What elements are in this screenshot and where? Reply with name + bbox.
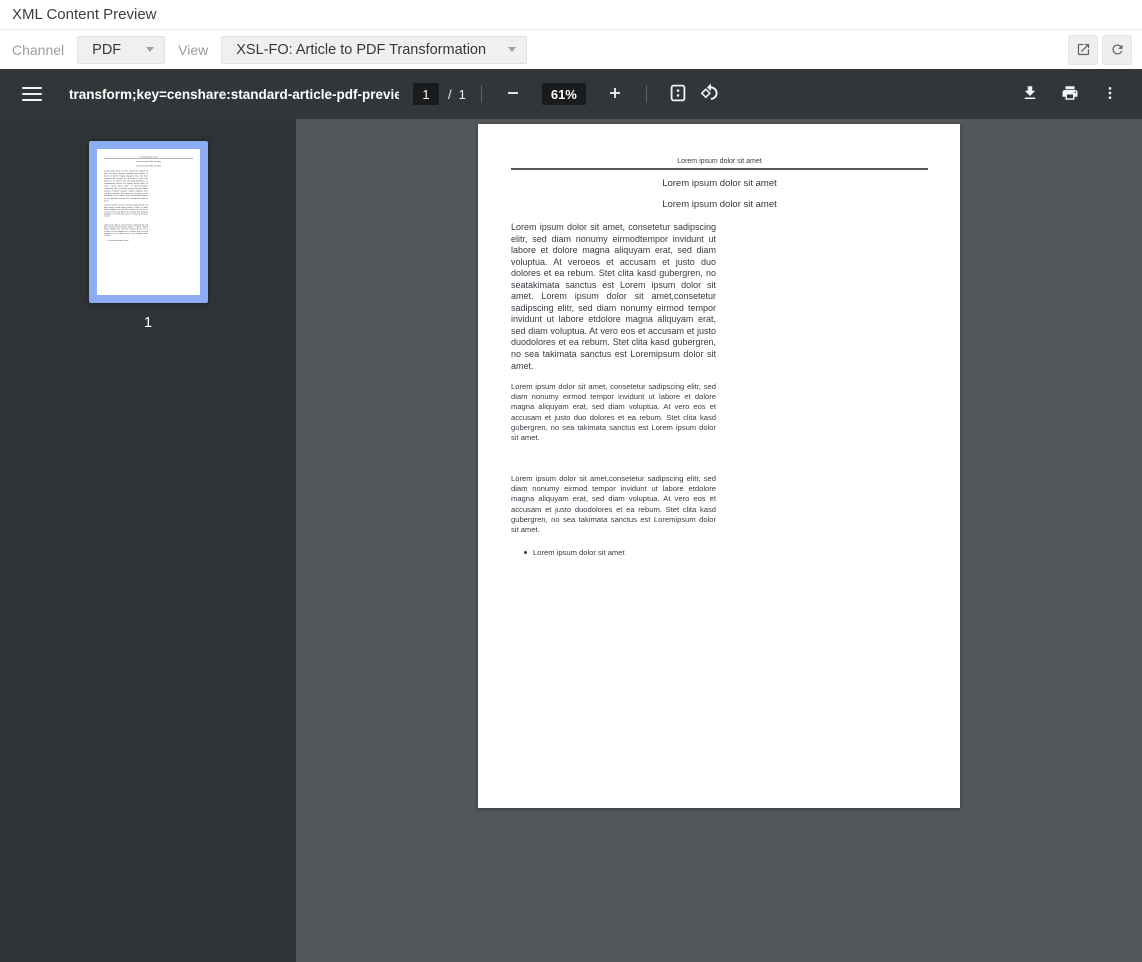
print-button[interactable] — [1054, 78, 1086, 110]
toolbar-divider — [646, 85, 647, 103]
pdf-viewer-body: Lorem ipsum dolor sit amet Lorem ipsum d… — [0, 119, 1142, 962]
page-body-column: Lorem ipsum dolor sit amet, consetetur s… — [511, 222, 716, 558]
header-rule — [511, 168, 928, 170]
channel-select-value: PDF — [92, 42, 121, 58]
rotate-button[interactable] — [694, 78, 726, 110]
paragraph-3: Lorem ipsum dolor sit amet,consetetur sa… — [511, 474, 716, 535]
zoom-out-button[interactable] — [497, 78, 529, 110]
plus-icon — [607, 85, 623, 104]
page-count-separator: / — [448, 87, 452, 102]
page-subtitle-line-1: Lorem ipsum dolor sit amet — [511, 178, 928, 191]
document-filename: transform;key=censhare:standard-article-… — [69, 87, 399, 102]
refresh-icon — [1110, 42, 1125, 57]
preview-controls-row: Channel PDF View XSL-FO: Article to PDF … — [0, 30, 1142, 69]
view-select[interactable]: XSL-FO: Article to PDF Transformation — [221, 36, 527, 64]
download-icon — [1021, 84, 1039, 105]
fit-page-button[interactable] — [662, 78, 694, 110]
view-select-value: XSL-FO: Article to PDF Transformation — [236, 42, 486, 58]
paragraph-2: Lorem ipsum dolor sit amet, consetetur s… — [511, 382, 716, 443]
page-number-input[interactable] — [413, 83, 439, 105]
toolbar-center-controls: / 1 61% — [413, 69, 726, 119]
minus-icon — [505, 85, 521, 104]
print-icon — [1061, 84, 1079, 105]
menu-icon — [22, 87, 42, 101]
channel-label: Channel — [12, 42, 64, 58]
bullet-list-item: Lorem ipsum dolor sit amet — [511, 548, 716, 558]
view-label: View — [178, 42, 208, 58]
menu-button[interactable] — [22, 87, 42, 101]
titlebar: XML Content Preview — [0, 0, 1142, 30]
rotate-counterclockwise-icon — [700, 83, 719, 105]
xml-content-preview-window: XML Content Preview Channel PDF View XSL… — [0, 0, 1142, 962]
thumbnail-selected-border: Lorem ipsum dolor sit amet Lorem ipsum d… — [89, 141, 208, 303]
open-in-new-icon — [1076, 42, 1091, 57]
paragraph-1: Lorem ipsum dolor sit amet, consetetur s… — [511, 222, 716, 372]
bullet-item-text: Lorem ipsum dolor sit amet — [533, 548, 625, 558]
zoom-level[interactable]: 61% — [542, 83, 586, 105]
thumbnail-page-1[interactable]: Lorem ipsum dolor sit amet Lorem ipsum d… — [89, 141, 208, 331]
fit-page-icon — [668, 83, 688, 106]
zoom-in-button[interactable] — [599, 78, 631, 110]
page-subtitle-line-2: Lorem ipsum dolor sit amet — [511, 199, 928, 212]
more-options-button[interactable] — [1094, 78, 1126, 110]
pdf-toolbar: transform;key=censhare:standard-article-… — [0, 69, 1142, 119]
thumbnail-page-preview: Lorem ipsum dolor sit amet Lorem ipsum d… — [97, 149, 200, 295]
thumbnail-sidebar: Lorem ipsum dolor sit amet Lorem ipsum d… — [0, 119, 296, 962]
window-title: XML Content Preview — [12, 6, 157, 23]
page-header-title: Lorem ipsum dolor sit amet — [511, 158, 928, 168]
chevron-down-icon — [146, 47, 154, 52]
more-vertical-icon — [1102, 85, 1118, 104]
pdf-canvas[interactable]: Lorem ipsum dolor sit amet Lorem ipsum d… — [296, 119, 1142, 962]
refresh-button[interactable] — [1102, 35, 1132, 65]
channel-select[interactable]: PDF — [77, 36, 165, 64]
toolbar-right-controls — [1006, 78, 1126, 110]
bullet-icon — [524, 551, 527, 554]
chevron-down-icon — [508, 47, 516, 52]
page-header: Lorem ipsum dolor sit amet Lorem ipsum d… — [511, 158, 928, 211]
download-button[interactable] — [1014, 78, 1046, 110]
page-count-total: 1 — [459, 87, 466, 102]
pdf-page: Lorem ipsum dolor sit amet Lorem ipsum d… — [478, 124, 960, 808]
open-external-button[interactable] — [1068, 35, 1098, 65]
thumbnail-page-label: 1 — [144, 314, 152, 331]
toolbar-divider — [481, 85, 482, 103]
